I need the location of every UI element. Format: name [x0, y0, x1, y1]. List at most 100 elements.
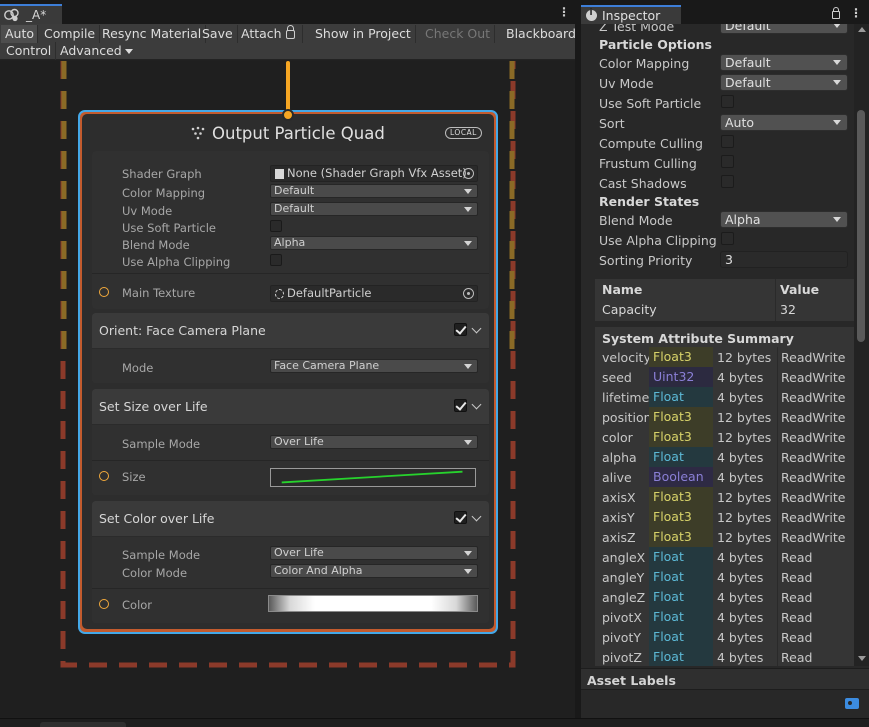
inspector-content[interactable]: Z Test Mode Default Particle Options Col…: [581, 24, 854, 666]
block-enabled-checkbox[interactable]: [454, 323, 467, 336]
show-in-project-button[interactable]: Show in Project: [311, 25, 416, 43]
compute-culling-checkbox[interactable]: [721, 135, 734, 148]
column-separator: [777, 447, 778, 467]
use-alpha-clipping-row: Use Alpha Clipping: [581, 230, 854, 250]
block-enabled-checkbox[interactable]: [454, 399, 467, 412]
inspector-tab-title: Inspector: [602, 8, 661, 23]
input-port-icon[interactable]: [99, 287, 109, 297]
blackboard-toggle[interactable]: Blackboard: [502, 25, 580, 43]
scroll-up-icon[interactable]: [858, 27, 866, 32]
chevron-down-icon: [464, 207, 472, 212]
block-header[interactable]: Set Size over Life: [92, 389, 489, 425]
chevron-down-icon: [464, 551, 472, 556]
field-label: Compute Culling: [599, 136, 703, 151]
block-header[interactable]: Orient: Face Camera Plane: [92, 313, 489, 349]
color-gradient-field[interactable]: [268, 595, 478, 612]
inspector-menu-icon[interactable]: ⋮: [850, 5, 862, 21]
graph-tab-bar: _A* ⋮: [0, 0, 575, 24]
attribute-size: 4 bytes: [717, 450, 764, 465]
attribute-row: angleX Float 4 bytes Read: [595, 547, 854, 567]
z-test-mode-dropdown[interactable]: Default: [720, 24, 848, 34]
blend-mode-dropdown[interactable]: Alpha: [270, 236, 478, 250]
auto-toggle[interactable]: Auto: [1, 25, 38, 43]
color-mode-dropdown[interactable]: Color And Alpha: [270, 564, 478, 578]
cast-shadows-checkbox[interactable]: [721, 175, 734, 188]
color-mapping-dropdown[interactable]: Default: [270, 184, 478, 198]
orient-mode-dropdown[interactable]: Face Camera Plane: [270, 359, 478, 373]
block-enabled-checkbox[interactable]: [454, 511, 467, 524]
attribute-type: Float: [649, 607, 713, 627]
graph-tab[interactable]: _A*: [0, 4, 62, 24]
graph-tab-title: _A*: [26, 8, 47, 22]
uv-mode-dropdown[interactable]: Default: [720, 74, 848, 91]
use-soft-particle-checkbox[interactable]: [721, 95, 734, 108]
inspector-tab[interactable]: Inspector: [581, 5, 681, 24]
input-port-icon[interactable]: [99, 471, 109, 481]
column-separator: [777, 407, 778, 427]
size-curve-field[interactable]: [270, 468, 476, 487]
attribute-access: ReadWrite: [781, 510, 846, 525]
orient-block[interactable]: Orient: Face Camera Plane Mode Face Came…: [92, 313, 489, 383]
attribute-size: 4 bytes: [717, 570, 764, 585]
attribute-size: 4 bytes: [717, 590, 764, 605]
node-title: Output Particle Quad: [212, 124, 385, 143]
uv-mode-dropdown[interactable]: Default: [270, 202, 478, 216]
sorting-priority-input[interactable]: 3: [720, 251, 848, 268]
size-sample-mode-dropdown[interactable]: Over Life: [270, 435, 478, 449]
chevron-down-icon[interactable]: [471, 323, 482, 334]
use-soft-particle-checkbox[interactable]: [270, 220, 282, 232]
attribute-size: 4 bytes: [717, 650, 764, 665]
lock-icon[interactable]: [832, 7, 840, 19]
local-space-badge[interactable]: LOCAL: [445, 127, 482, 139]
setting-label: Color Mode: [122, 566, 188, 580]
shader-graph-field[interactable]: None (Shader Graph Vfx Asset): [270, 165, 478, 182]
attribute-row: alive Boolean 4 bytes ReadWrite: [595, 467, 854, 487]
object-picker-icon[interactable]: [463, 168, 474, 179]
control-toggle[interactable]: Control: [2, 42, 57, 60]
inspector-scrollbar[interactable]: [854, 24, 869, 666]
flow-input-port-icon[interactable]: [282, 109, 294, 121]
capacity-value: 32: [780, 302, 796, 317]
chevron-down-icon[interactable]: [471, 399, 482, 410]
attribute-row: alpha Float 4 bytes ReadWrite: [595, 447, 854, 467]
setting-label: Sample Mode: [122, 548, 201, 562]
use-alpha-clipping-checkbox[interactable]: [270, 254, 282, 266]
blend-mode-dropdown[interactable]: Alpha: [720, 211, 848, 228]
color-sample-mode-dropdown[interactable]: Over Life: [270, 546, 478, 560]
divider: [92, 588, 489, 589]
color-mapping-row: Color Mapping Default: [581, 53, 854, 73]
check-out-button[interactable]: Check Out: [421, 25, 496, 43]
flow-edge[interactable]: [286, 61, 290, 113]
bottom-tab[interactable]: [40, 722, 126, 727]
attribute-access: Read: [781, 550, 813, 565]
column-separator: [777, 347, 778, 367]
scroll-down-icon[interactable]: [858, 656, 866, 661]
sort-dropdown[interactable]: Auto: [720, 114, 848, 131]
main-texture-field[interactable]: DefaultParticle: [270, 285, 478, 302]
block-header[interactable]: Set Color over Life: [92, 501, 489, 537]
attach-label: Attach: [241, 26, 282, 41]
asset-labels-header[interactable]: Asset Labels: [581, 668, 869, 690]
frustum-culling-checkbox[interactable]: [721, 155, 734, 168]
input-port-icon[interactable]: [99, 599, 109, 609]
compile-button[interactable]: Compile: [40, 25, 101, 43]
set-color-over-life-block[interactable]: Set Color over Life Sample Mode Over Lif…: [92, 501, 489, 623]
output-particle-quad-node[interactable]: Output Particle Quad LOCAL Shader Graph …: [78, 110, 498, 634]
graph-window-menu-icon[interactable]: ⋮: [557, 4, 571, 20]
object-picker-icon[interactable]: [463, 288, 474, 299]
color-mapping-dropdown[interactable]: Default: [720, 54, 848, 71]
save-button[interactable]: Save: [198, 25, 238, 43]
chevron-down-icon[interactable]: [471, 511, 482, 522]
block-title: Set Size over Life: [99, 399, 208, 414]
advanced-dropdown[interactable]: Advanced: [56, 42, 137, 60]
set-size-over-life-block[interactable]: Set Size over Life Sample Mode Over Life…: [92, 389, 489, 495]
use-alpha-clipping-checkbox[interactable]: [721, 232, 734, 245]
label-tag-icon[interactable]: [845, 698, 859, 709]
attribute-type: Float3: [649, 527, 713, 547]
resync-material-button[interactable]: Resync Material: [98, 25, 207, 43]
scrollbar-thumb[interactable]: [857, 110, 865, 342]
render-states-header: Render States: [599, 194, 700, 209]
attribute-row: lifetime Float 4 bytes ReadWrite: [595, 387, 854, 407]
block-body: Sample Mode Over Life Size: [92, 425, 489, 495]
attach-button[interactable]: Attach: [237, 25, 303, 43]
